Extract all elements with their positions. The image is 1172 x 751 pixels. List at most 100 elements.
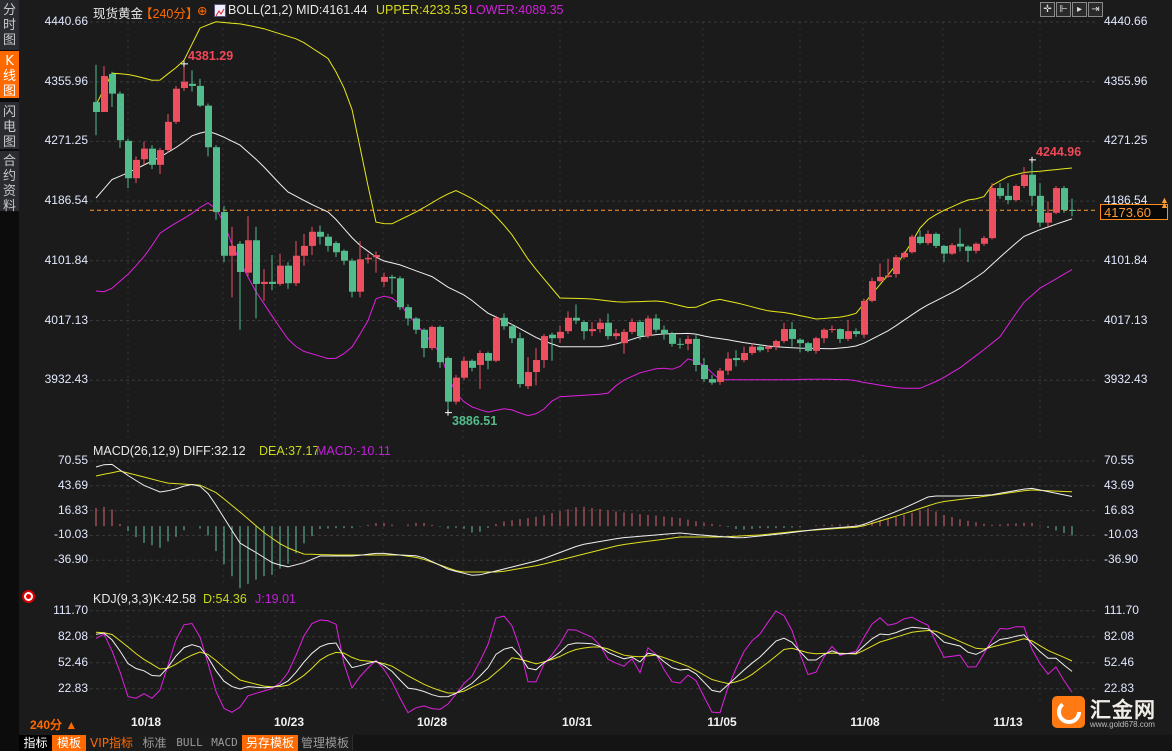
candle-up [949, 245, 956, 254]
low-annotation: 3886.51 [452, 414, 498, 428]
candle-up [645, 318, 652, 337]
candle-up [461, 360, 468, 378]
macd-title: MACD(26,12,9) [93, 444, 180, 458]
candle-up [861, 300, 868, 335]
candle-down [325, 236, 332, 246]
bottom-tab-bar: 指标 模板 VIP指标 标准 BULL MACD 另存模板 管理模板 [19, 735, 1172, 751]
move-right-icon[interactable]: ⇥ [1088, 2, 1103, 17]
candle-down [349, 260, 356, 292]
candle-up [429, 326, 436, 349]
zoom-bars-icon[interactable]: ⊩ [1056, 2, 1071, 17]
candle-up [309, 231, 316, 246]
candle-up [165, 121, 172, 151]
candle-up [845, 331, 852, 339]
macd-axis-label-right: 43.69 [1104, 477, 1135, 492]
candle-down [661, 329, 668, 334]
macd-axis-label-left: -10.03 [53, 527, 88, 542]
candle-down [709, 379, 716, 383]
bottom-tab-2[interactable]: VIP指标 [86, 735, 138, 751]
candle-up [277, 265, 284, 284]
macd-axis-label-right: 70.55 [1104, 453, 1135, 467]
chart-canvas[interactable] [0, 0, 1172, 751]
candle-up [173, 88, 180, 122]
candle-down [341, 250, 348, 261]
price-axis-label-left: 4186.54 [44, 193, 88, 208]
candle-down [205, 105, 212, 148]
candle-down [605, 322, 612, 337]
period-selector[interactable]: 240分 ▲ [30, 716, 77, 733]
candle-up [725, 358, 732, 371]
price-axis-label-left: 4017.13 [44, 312, 88, 327]
candle-down [797, 339, 804, 344]
candle-up [765, 346, 772, 349]
crosshair-icon[interactable]: ✛ [1040, 2, 1055, 17]
price-axis-label-left: 3932.43 [44, 372, 88, 387]
kdj-axis-label-left: 82.08 [57, 628, 88, 643]
bottom-tab-4[interactable]: BULL [172, 735, 208, 751]
candle-up [773, 341, 780, 347]
bottom-tab-7[interactable]: 管理模板 [298, 735, 353, 751]
candle-down [93, 102, 100, 112]
price-axis-label-right: 4355.96 [1104, 73, 1148, 88]
candle-down [853, 331, 860, 334]
boll-title: BOLL(21,2) [228, 3, 293, 17]
macd-axis-label-left: 16.83 [57, 502, 88, 517]
candle-down [1061, 188, 1068, 210]
price-axis-label-right: 4017.13 [1104, 312, 1148, 327]
candle-up [1045, 212, 1052, 223]
bottom-tab-5[interactable]: MACD [207, 735, 243, 751]
candle-down [285, 265, 292, 284]
candle-up [885, 275, 892, 277]
candle-up [477, 353, 484, 365]
play-bars-icon[interactable]: ▸ [1072, 2, 1087, 17]
bottom-tab-1[interactable]: 模板 [52, 735, 87, 751]
kdj-axis-label-right: 22.83 [1104, 680, 1135, 695]
alert-dot-icon[interactable] [24, 592, 33, 601]
candle-down [189, 83, 196, 86]
candle-down [653, 318, 660, 330]
kdj-axis-label-right: 111.70 [1104, 602, 1139, 617]
candle-up [1021, 174, 1028, 186]
candle-up [597, 322, 604, 330]
candle-up [157, 150, 164, 165]
candle-up [813, 338, 820, 351]
kdj-d-line [95, 629, 1073, 694]
indicator-chart-icon[interactable] [214, 4, 226, 17]
candle-up [1013, 185, 1020, 201]
candle-up [493, 317, 500, 361]
kdj-axis-label-left: 52.46 [57, 654, 88, 669]
candle-up [541, 336, 548, 361]
candle-down [237, 243, 244, 272]
date-axis-label: 10/23 [273, 715, 305, 729]
date-axis-label: 11/05 [707, 715, 737, 729]
bottom-tab-3[interactable]: 标准 [137, 735, 173, 751]
candle-up [989, 188, 996, 239]
candle-down [917, 236, 924, 244]
bottom-tab-6[interactable]: 另存模板 [242, 735, 299, 751]
date-axis-label: 11/13 [993, 715, 1023, 729]
candle-up [981, 238, 988, 244]
symbol-name: 现货黄金 [93, 7, 144, 21]
bottom-tab-0[interactable]: 指标 [19, 735, 53, 751]
candle-down [125, 140, 132, 179]
boll-upper-line [95, 21, 1073, 320]
macd-axis-label-left: 70.55 [57, 453, 88, 467]
candle-down [269, 281, 276, 284]
candle-up [685, 338, 692, 344]
candle-down [581, 322, 588, 332]
period-label[interactable]: 【240分】 [140, 3, 198, 22]
candle-down [933, 233, 940, 246]
candle-down [517, 338, 524, 385]
candle-up [829, 329, 836, 331]
gold678-logo [1052, 696, 1085, 728]
add-indicator-icon[interactable]: ⊕ [197, 3, 207, 18]
candle-down [117, 93, 124, 141]
boll-mid: MID:4161.44 [296, 3, 368, 17]
candle-down [941, 245, 948, 254]
price-axis-label-right: 4440.66 [1104, 14, 1148, 28]
high-annotation: 4381.29 [188, 49, 234, 63]
scroll-top-icon[interactable]: ▲ ▲ [1160, 196, 1169, 210]
candle-up [181, 81, 188, 89]
date-axis-label: 11/08 [850, 715, 880, 729]
candle-down [221, 212, 228, 256]
